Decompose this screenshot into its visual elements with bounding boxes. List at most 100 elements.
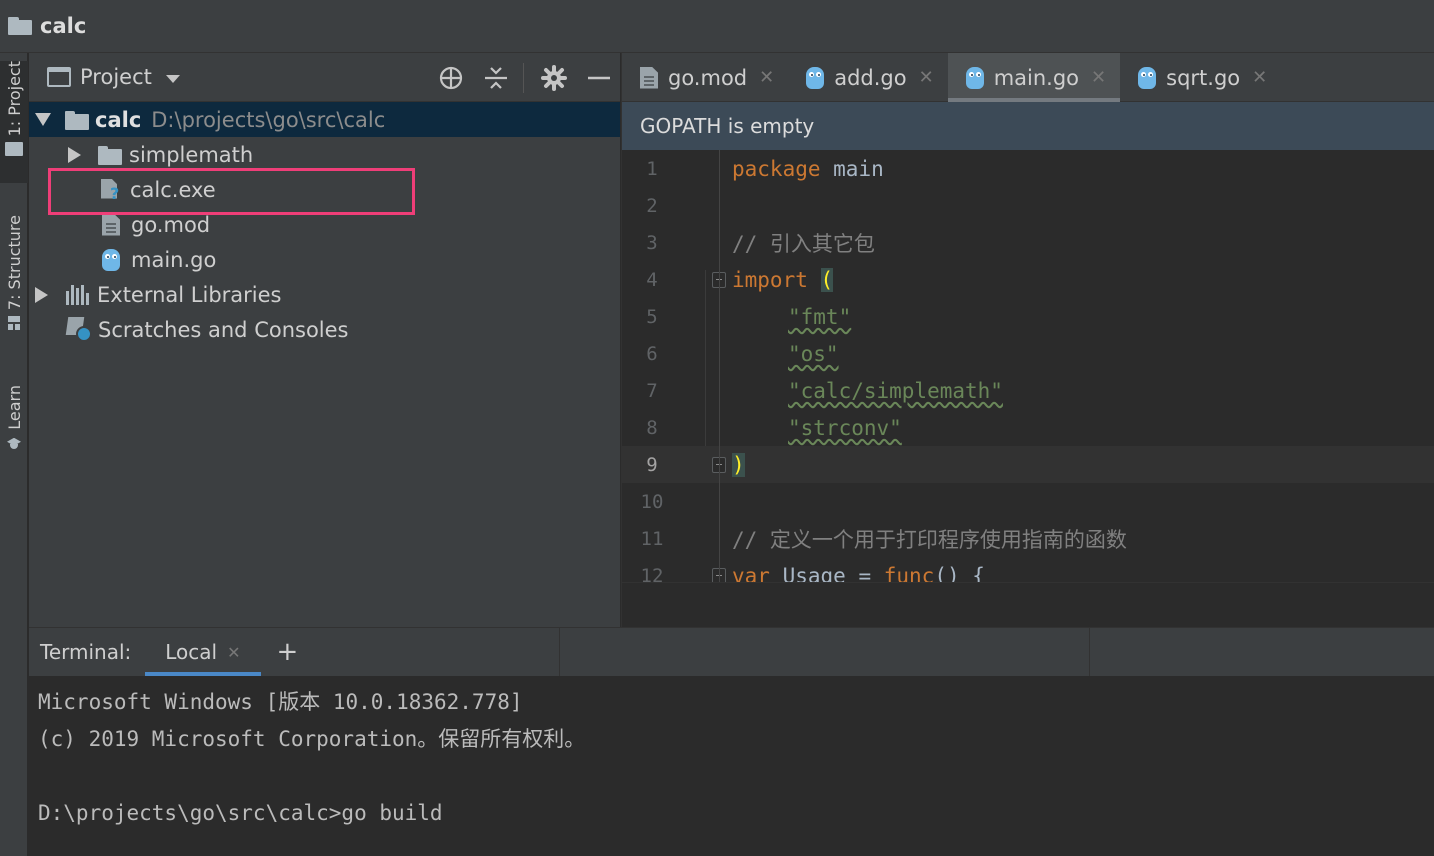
text-file-icon [102,213,120,236]
terminal-tab-local[interactable]: Local ✕ [145,628,261,676]
close-icon[interactable]: ✕ [759,67,774,88]
scratches-icon [65,316,93,343]
close-icon[interactable]: ✕ [1091,67,1106,88]
go-file-icon [102,248,120,271]
line-number: 9 [646,453,658,476]
tab-label: sqrt.go [1166,65,1241,90]
code-string: "fmt" [788,304,852,329]
chevron-down-icon[interactable] [165,74,180,83]
code-text: import ( [732,267,834,292]
close-icon[interactable]: ✕ [919,67,934,88]
terminal-tab-label: Local [165,640,218,664]
line-number: 8 [646,416,658,439]
editor-area: go.mod ✕ add.go ✕ main.go ✕ sqrt.go ✕ GO… [621,53,1434,627]
code-text: package main [732,156,884,181]
tool-tab-project[interactable]: 1: Project [0,61,28,183]
line-number: 4 [646,268,658,291]
line-number: 2 [646,194,658,217]
go-file-icon [1138,66,1157,89]
new-terminal-button[interactable]: + [277,637,299,667]
structure-tool-icon [5,316,23,331]
terminal-output[interactable]: Microsoft Windows [版本 10.0.18362.778] (c… [29,676,1434,832]
tool-tab-project-label: 1: Project [4,61,24,137]
line-number: 7 [646,379,658,402]
code-line: 5 "fmt" [622,298,1434,335]
folder-icon [98,144,122,166]
tree-item-go-mod[interactable]: go.mod [29,207,620,242]
code-editor[interactable]: 1 package main 2 3 // 引入其它包 4 import ( 5… [622,150,1434,582]
tree-item-label: Scratches and Consoles [98,317,349,342]
tree-item-simplemath[interactable]: simplemath [29,137,620,172]
code-line: 3 // 引入其它包 [622,224,1434,261]
tab-label: main.go [993,65,1080,90]
code-string: "calc/simplemath" [788,378,1003,403]
project-view-icon [47,67,71,87]
hide-panel-button[interactable] [584,63,614,93]
tree-item-main-go[interactable]: main.go [29,242,620,277]
text-file-icon [640,66,658,89]
tree-item-scratches[interactable]: Scratches and Consoles [29,312,620,347]
tab-sqrt-go[interactable]: sqrt.go ✕ [1120,53,1281,102]
tree-item-label: go.mod [131,212,211,237]
tab-bar-divider [559,628,560,676]
folder-icon [8,17,34,35]
collapsed-arrow-icon[interactable] [35,286,48,303]
line-number: 10 [640,490,664,513]
line-number: 6 [646,342,658,365]
minimize-icon [588,76,610,80]
code-line: 1 package main [622,150,1434,187]
tree-item-label: simplemath [129,142,254,167]
settings-button[interactable] [539,63,569,93]
locate-file-button[interactable] [436,63,466,93]
code-line: 8 "strconv" [622,409,1434,446]
terminal-prompt-line: D:\projects\go\src\calc>go build [38,801,443,825]
code-line: 4 import ( [622,261,1434,298]
unknown-file-icon: ? [101,178,121,203]
tab-bar-divider [1089,628,1090,676]
close-icon[interactable]: ✕ [1252,67,1267,88]
expanded-arrow-icon[interactable] [35,113,51,126]
folder-icon [65,109,89,131]
code-line: 11 // 定义一个用于打印程序使用指南的函数 [622,520,1434,557]
line-number: 12 [640,564,664,583]
window-title: calc [40,14,87,38]
gutter-divider [719,150,720,582]
tab-main-go[interactable]: main.go ✕ [947,53,1121,102]
terminal-title: Terminal: [40,640,132,664]
tree-item-label: main.go [131,247,217,272]
collapse-all-button[interactable] [481,63,511,93]
tool-tab-structure[interactable]: 7: Structure [0,215,28,350]
crosshair-icon [439,66,463,90]
terminal-panel: Terminal: Local ✕ + Microsoft Windows [版… [29,627,1434,856]
tree-item-external-libraries[interactable]: External Libraries [29,277,620,312]
learn-tool-icon [5,436,23,450]
tool-tab-learn[interactable]: Learn [0,385,28,475]
code-comment: // 定义一个用于打印程序使用指南的函数 [732,527,1127,552]
tree-item-label: calc.exe [130,177,216,202]
banner-text: GOPATH is empty [640,114,815,138]
terminal-tab-bar: Terminal: Local ✕ + [29,628,1434,676]
tab-label: go.mod [668,65,748,90]
code-line: 7 "calc/simplemath" [622,372,1434,409]
close-icon[interactable]: ✕ [227,643,240,662]
code-line: 2 [622,187,1434,224]
code-line: 12 var Usage = func() { [622,557,1434,582]
libraries-icon [66,284,92,305]
terminal-line: (c) 2019 Microsoft Corporation。保留所有权利。 [38,727,586,751]
tab-go-mod[interactable]: go.mod ✕ [622,53,788,102]
collapsed-arrow-icon[interactable] [68,146,81,163]
tree-item-path: D:\projects\go\src\calc [151,107,386,132]
toolbar-divider [523,63,524,93]
tool-tab-learn-label: Learn [4,385,24,430]
project-view-selector[interactable]: Project [80,65,152,89]
gear-icon [541,65,567,91]
tree-item-calc[interactable]: calc D:\projects\go\src\calc [29,102,620,137]
tree-item-calc-exe[interactable]: ? calc.exe [29,172,620,207]
line-number: 5 [646,305,658,328]
line-number: 1 [646,157,658,180]
line-number: 3 [646,231,658,254]
tab-add-go[interactable]: add.go ✕ [788,53,947,102]
project-toolbar [421,63,620,93]
code-line: 6 "os" [622,335,1434,372]
